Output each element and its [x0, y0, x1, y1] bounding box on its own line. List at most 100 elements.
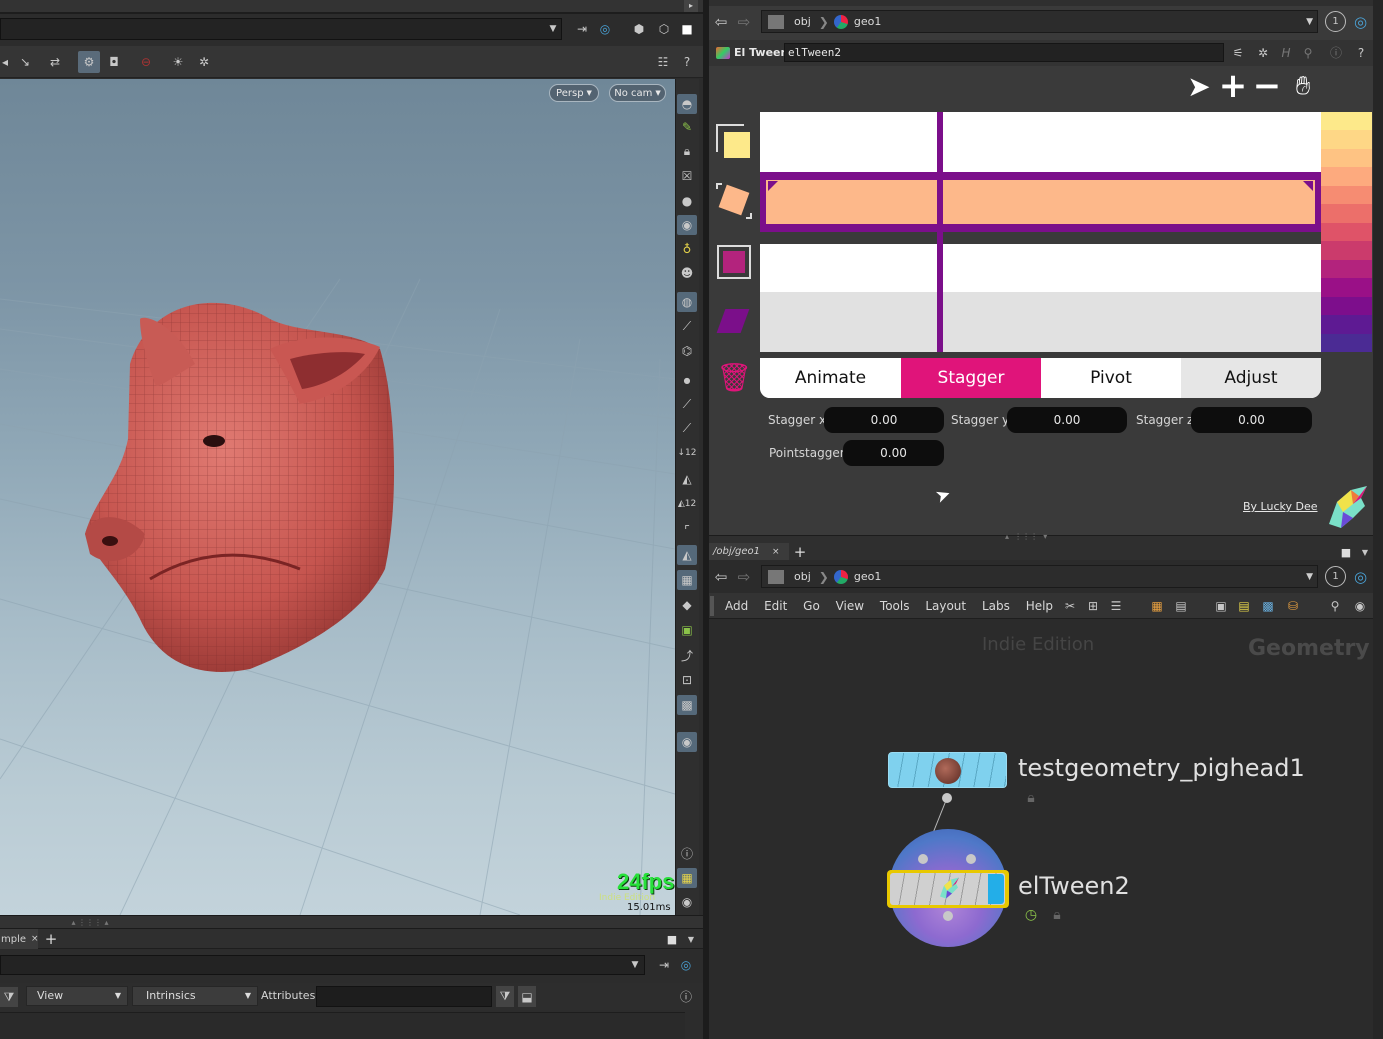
cursor-icon[interactable]: ➤ — [1185, 70, 1213, 103]
chevron-down-icon[interactable]: ▼ — [1306, 17, 1313, 27]
help-icon[interactable]: ⓘ — [676, 986, 696, 1007]
paint-icon[interactable]: ⟋ — [677, 316, 697, 336]
menu-add[interactable]: Add — [725, 599, 748, 613]
input-connector[interactable] — [918, 854, 928, 864]
input-connector[interactable] — [966, 854, 976, 864]
splitter-grip-icon[interactable]: ▴ ⋮⋮⋮ ▴ — [50, 915, 130, 929]
palette-swatch[interactable] — [1321, 112, 1372, 131]
camera-menu[interactable]: No cam ▼ — [609, 84, 666, 102]
add-tab-icon[interactable]: + — [791, 543, 809, 561]
list-view-icon[interactable]: ▤ — [1172, 596, 1190, 616]
palette-swatch[interactable] — [1321, 296, 1372, 316]
link-icon[interactable]: ◎ — [1350, 566, 1371, 587]
image-icon[interactable]: ▩ — [1259, 596, 1277, 616]
edge-icon[interactable]: ⟋ — [677, 394, 697, 414]
layout-icon[interactable]: ▦ — [677, 868, 697, 888]
brush-icon[interactable]: ✎ — [677, 117, 697, 137]
scroll-right-icon[interactable]: ▸ — [684, 0, 698, 12]
pin-icon[interactable]: ⇥ — [655, 955, 673, 975]
maximize-icon[interactable]: ■ — [1339, 544, 1353, 560]
pane-number-icon[interactable]: 1 — [1325, 566, 1346, 587]
menu-layout[interactable]: Layout — [925, 599, 966, 613]
filter-icon[interactable]: ⧩ — [0, 987, 18, 1007]
select-arrow-icon[interactable]: ◂ — [0, 52, 10, 72]
prim-number-icon[interactable]: ◭12 — [677, 494, 697, 514]
spreadsheet-tab[interactable]: mple × — [0, 929, 39, 949]
pane-number-icon[interactable]: 1 — [1325, 11, 1346, 32]
info-icon[interactable]: ⓘ — [1327, 43, 1345, 62]
color-palette[interactable] — [1321, 112, 1372, 353]
palette-swatch[interactable] — [1321, 148, 1372, 168]
trash-icon[interactable]: 🗑︎ — [716, 360, 752, 394]
help-icon[interactable]: ? — [1352, 43, 1370, 62]
corner-icon[interactable]: ⌜ — [677, 520, 697, 540]
gear-icon[interactable]: ✲ — [194, 52, 214, 72]
tab-adjust[interactable]: Adjust — [1181, 358, 1321, 398]
vertex-icon[interactable]: ⟋ — [677, 418, 697, 438]
display-flag[interactable] — [988, 874, 1004, 904]
forward-arrow-icon[interactable]: ⇨ — [734, 12, 754, 32]
frame-icon[interactable]: ◘ — [104, 52, 124, 72]
minus-icon[interactable]: − — [1252, 66, 1282, 106]
ghost-icon[interactable]: ☒ — [677, 166, 697, 186]
no-entry-icon[interactable]: ⊖ — [136, 52, 156, 72]
viewport-path-field[interactable] — [0, 18, 562, 40]
add-tab-icon[interactable]: + — [42, 929, 60, 949]
chevron-down-icon[interactable]: ▼ — [1359, 544, 1371, 560]
palette-swatch[interactable] — [1321, 315, 1372, 334]
link-icon[interactable]: ◎ — [596, 20, 614, 38]
chevron-down-icon[interactable]: ▼ — [1306, 572, 1313, 582]
path-obj[interactable]: obj — [794, 15, 811, 28]
stagger-y-field[interactable]: 0.00 — [1007, 407, 1127, 433]
swatch-magenta-icon[interactable] — [717, 245, 751, 279]
sphere-icon[interactable]: ● — [677, 191, 697, 211]
clock-icon[interactable]: ◷ — [1023, 906, 1039, 924]
chevron-down-icon[interactable]: ▼ — [685, 931, 697, 947]
back-arrow-icon[interactable]: ⇦ — [711, 12, 731, 32]
sticky-note-icon[interactable]: ▤ — [1235, 596, 1253, 616]
sliders-icon[interactable]: ☷ — [654, 52, 672, 72]
param-path-bar[interactable]: obj ❯ geo1 ▼ — [761, 10, 1318, 33]
tab-animate[interactable]: Animate — [760, 358, 901, 398]
maximize-icon[interactable]: ■ — [665, 931, 679, 947]
transform-icon[interactable]: ⇄ — [45, 52, 65, 72]
menu-tools[interactable]: Tools — [880, 599, 910, 613]
eye-icon[interactable]: ◉ — [677, 892, 697, 912]
back-arrow-icon[interactable]: ⇦ — [711, 566, 731, 588]
menu-help[interactable]: Help — [1026, 599, 1053, 613]
palette-swatch[interactable] — [1321, 241, 1372, 260]
network-path-bar[interactable]: obj ❯ geo1 ▼ — [761, 565, 1318, 588]
gear-icon[interactable]: ✲ — [1254, 43, 1272, 62]
menu-labs[interactable]: Labs — [982, 599, 1010, 613]
path-obj[interactable]: obj — [794, 570, 811, 583]
pighead-node-label[interactable]: testgeometry_pighead1 — [1018, 754, 1305, 782]
eltween-node[interactable] — [887, 870, 1009, 908]
grid-view-icon[interactable]: ▦ — [1148, 596, 1166, 616]
pointstagger-field[interactable]: 0.00 — [843, 440, 944, 466]
basket-icon[interactable]: ⛁ — [1284, 596, 1302, 616]
parameter-options-icon[interactable]: ⚟ — [1229, 43, 1247, 62]
stagger-x-field[interactable]: 0.00 — [824, 407, 944, 433]
cube-icon[interactable]: ⬢ — [630, 20, 648, 38]
swatch-peach-icon[interactable] — [716, 183, 752, 219]
tool-icon[interactable]: ⌬ — [677, 341, 697, 361]
plus-icon[interactable]: + — [1218, 66, 1248, 106]
display-options-icon[interactable]: ◓ — [677, 94, 697, 114]
search-icon[interactable]: ⚲ — [1299, 43, 1317, 62]
menu-edit[interactable]: Edit — [764, 599, 787, 613]
eltween-node-label[interactable]: elTween2 — [1018, 872, 1130, 900]
render-icon[interactable]: ☀ — [168, 52, 188, 72]
search-icon[interactable]: ⚲ — [1326, 596, 1344, 616]
palette-swatch[interactable] — [1321, 167, 1372, 186]
attributes-input[interactable] — [316, 986, 492, 1007]
tree-icon[interactable]: ⊞ — [1084, 596, 1102, 616]
tween-bar[interactable] — [760, 172, 1321, 232]
help-icon[interactable]: ? — [678, 52, 696, 72]
view-dropdown[interactable]: View ▼ — [26, 986, 128, 1006]
diamond-icon[interactable]: ◆ — [677, 595, 697, 615]
lock-icon[interactable]: 🔒︎ — [1049, 906, 1065, 924]
point-icon[interactable]: ● — [677, 370, 697, 390]
chevron-down-icon[interactable]: ▼ — [628, 957, 642, 973]
persp-menu[interactable]: Persp ▼ — [549, 84, 599, 102]
palette-swatch[interactable] — [1321, 222, 1372, 242]
